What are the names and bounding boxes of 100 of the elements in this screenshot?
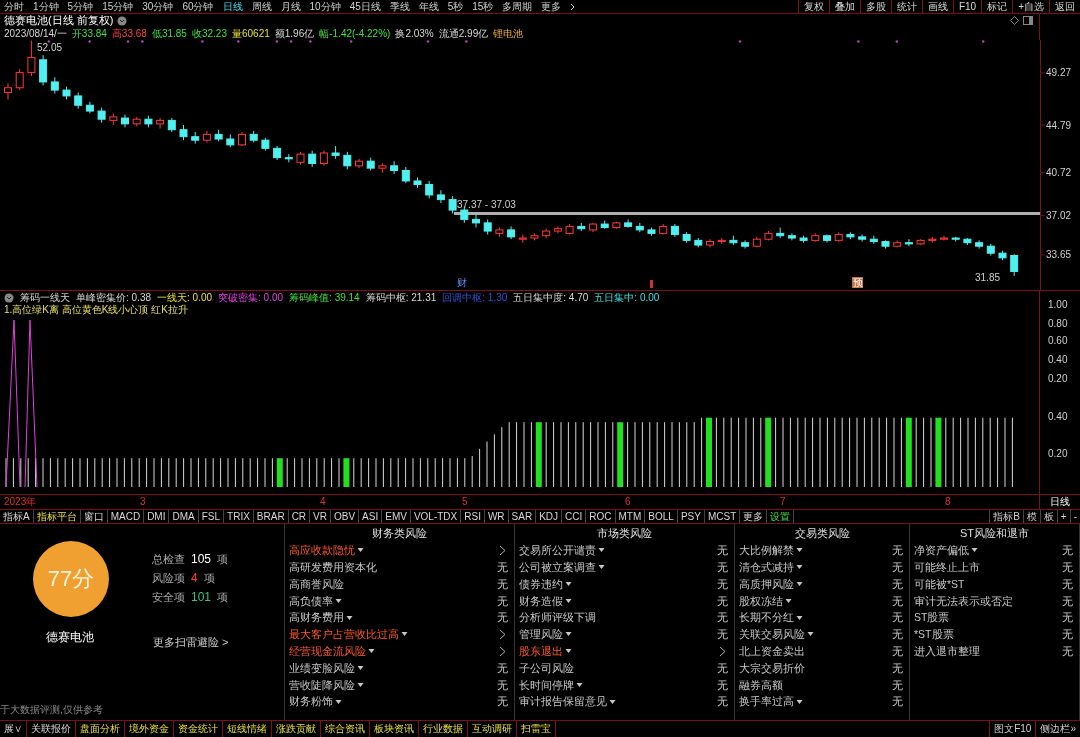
dropdown-icon[interactable] [117,15,128,26]
bottom-tab[interactable]: 互动调研 [468,721,517,737]
dropdown-icon[interactable] [401,631,408,638]
risk-item[interactable]: 大宗交易折价 [739,662,805,674]
dropdown-icon[interactable] [565,631,572,638]
period-tab[interactable]: 5分钟 [67,1,94,12]
risk-item[interactable]: 可能终止上市 [914,561,980,573]
dropdown-icon[interactable] [576,681,583,688]
indicator-tab[interactable]: 设置 [767,510,795,523]
indicator-tab[interactable]: 模 [1022,510,1040,523]
period-tab[interactable]: 1分钟 [33,1,59,12]
indicator-tab[interactable]: RSI [461,510,485,523]
risk-item[interactable]: 长时间停牌 [519,679,574,690]
risk-item[interactable]: 换手率过高 [739,696,794,707]
risk-item[interactable]: 进入退市整理 [914,645,980,657]
risk-item[interactable]: 高财务费用 [289,612,344,623]
dropdown-icon[interactable] [357,664,364,671]
bottom-tab[interactable]: 涨跌贡献 [272,721,321,737]
toolbar-button[interactable]: 叠加 [828,0,860,13]
indicator-tab[interactable]: BOLL [645,510,678,523]
indicator-tab[interactable]: + [1056,510,1070,523]
bottom-tab[interactable]: 境外资金 [125,721,174,737]
bottom-tab[interactable]: 板块资讯 [370,721,419,737]
panel-icon[interactable] [1023,16,1033,25]
dropdown-icon[interactable] [609,698,616,705]
period-tab[interactable]: 年线 [418,1,439,12]
risk-item[interactable]: 审计无法表示或否定 [914,595,1013,607]
indicator-tab[interactable]: MTM [615,510,646,523]
period-tab[interactable]: 季线 [389,1,410,12]
risk-item[interactable]: 债券违约 [519,578,563,590]
risk-item[interactable]: 高商誉风险 [289,578,344,590]
period-tab[interactable]: 5秒 [447,1,464,12]
indicator-tab[interactable]: DMI [144,510,170,523]
risk-item[interactable]: 营收陡降风险 [289,679,355,690]
indicator-tab[interactable]: 指标A [0,510,34,523]
period-tab[interactable]: 日线 [222,1,243,12]
bottom-tab[interactable]: 侧边栏» [1035,721,1080,737]
risk-item[interactable]: 融券高额 [739,679,783,690]
risk-item[interactable]: 分析师评级下调 [519,612,596,623]
risk-item[interactable]: 大比例解禁 [739,545,794,556]
risk-item[interactable]: 高研发费用资本化 [289,561,377,573]
risk-item[interactable]: 股东退出 [519,645,563,657]
risk-item[interactable]: 审计报告保留意见 [519,696,607,707]
dropdown-icon[interactable] [368,648,375,655]
period-tab[interactable]: 分时 [4,1,24,12]
diamond-icon[interactable] [1010,16,1019,25]
bottom-tab[interactable]: 综合资讯 [321,721,370,737]
risk-item[interactable]: 高负债率 [289,595,333,607]
indicator-tab[interactable]: VOL-TDX [410,510,462,523]
period-tab[interactable]: 10分钟 [309,1,341,12]
indicator-tab[interactable]: WR [484,510,509,523]
period-tab[interactable]: 月线 [280,1,301,12]
risk-item[interactable]: 最大客户占营收比过高 [289,629,399,640]
indicator-tab[interactable]: - [1069,510,1080,523]
bottom-tab[interactable]: 扫雷宝 [517,721,556,737]
indicator-tab[interactable]: TRIX [224,510,254,523]
indicator-tab[interactable]: FSL [198,510,225,523]
dropdown-icon[interactable] [565,648,572,655]
indicator-tab[interactable]: BRAR [253,510,289,523]
toolbar-button[interactable]: 返回 [1049,0,1080,13]
bottom-tab[interactable]: 图文F10 [989,721,1036,737]
indicator-tab[interactable]: SAR [508,510,537,523]
indicator-tab[interactable]: CCI [562,510,587,523]
risk-item[interactable]: 财务造假 [519,595,563,607]
risk-item[interactable]: 净资产偏低 [914,545,969,556]
dropdown-icon[interactable] [346,614,353,621]
event-marker[interactable]: 预 [852,277,863,288]
chevron-icon[interactable] [499,544,506,556]
indicator-tab[interactable]: KDJ [536,510,563,523]
bottom-tab[interactable]: 盘面分析 [76,721,125,737]
risk-item[interactable]: 经营现金流风险 [289,645,366,657]
risk-item[interactable]: 清仓式减持 [739,561,794,573]
toolbar-button[interactable]: 统计 [890,0,922,13]
period-tab[interactable]: 多周期 [502,1,533,12]
indicator-tab[interactable]: ASI [359,510,383,523]
indicator-tab[interactable]: VR [310,510,331,523]
period-tab[interactable]: 60分钟 [182,1,214,12]
indicator-tab[interactable]: DMA [169,510,199,523]
dropdown-icon[interactable] [598,564,605,571]
dropdown-icon[interactable] [598,547,605,554]
risk-item[interactable]: 股权冻结 [739,595,783,607]
dropdown-icon[interactable] [807,631,814,638]
bottom-tab[interactable]: 行业数据 [419,721,468,737]
risk-item[interactable]: 北上资金卖出 [739,645,805,657]
risk-item[interactable]: 公司被立案调查 [519,561,596,573]
risk-item[interactable]: 业绩变脸风险 [289,662,355,674]
risk-item[interactable]: 长期不分红 [739,612,794,623]
risk-item[interactable]: ST股票 [914,612,950,623]
dropdown-icon[interactable] [796,547,803,554]
indicator-tab[interactable]: ROC [586,510,616,523]
toolbar-button[interactable]: F10 [952,0,982,13]
risk-item[interactable]: *ST股票 [914,629,954,640]
dropdown-icon[interactable] [796,698,803,705]
chevron-icon[interactable] [499,628,506,640]
dropdown-icon[interactable] [565,581,572,587]
dropdown-icon[interactable] [357,681,364,688]
bottom-tab[interactable]: 资金统计 [174,721,223,737]
risk-item[interactable]: 管理风险 [519,629,563,640]
indicator-tab[interactable]: PSY [677,510,705,523]
dropdown-icon[interactable] [796,564,803,571]
